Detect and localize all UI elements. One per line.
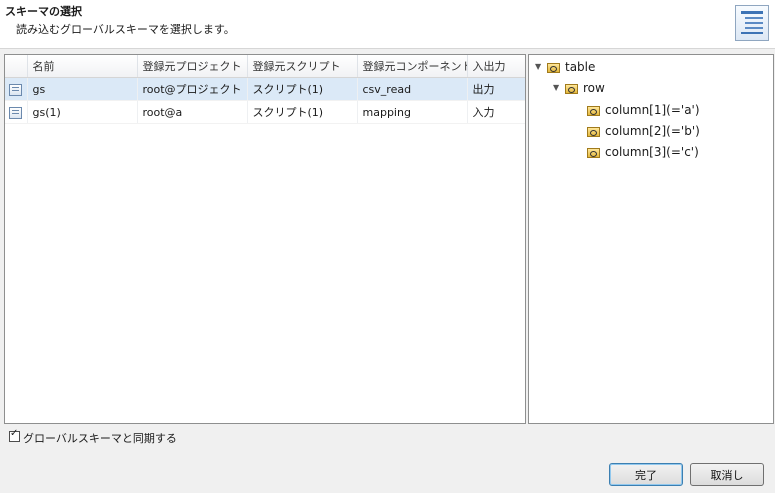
dialog-title: スキーマの選択 [5, 5, 82, 18]
row-component: csv_read [357, 77, 468, 101]
sync-checkbox-label[interactable]: グローバルスキーマと同期する [23, 430, 177, 446]
folder-icon [587, 126, 600, 137]
folder-icon [547, 62, 560, 73]
folder-icon [587, 105, 600, 116]
row-name: gs [27, 77, 138, 101]
column-header-name[interactable]: 名前 [27, 55, 138, 78]
column-header-io[interactable]: 入出力 [467, 55, 525, 78]
row-component: mapping [357, 100, 468, 124]
schema-tree-panel: ▼ table ▼ row column[1](='a') column[2](='… [528, 54, 774, 424]
schema-row-icon [9, 106, 23, 119]
column-header-project[interactable]: 登録元プロジェクト [137, 55, 248, 78]
folder-icon [587, 147, 600, 158]
dialog-header: スキーマの選択 読み込むグローバルスキーマを選択します。 [0, 0, 775, 49]
row-io: 入力 [467, 100, 525, 124]
tree-node-label: row [583, 81, 605, 95]
folder-icon [565, 83, 578, 94]
row-icon-cell [5, 100, 28, 124]
expand-arrow-icon[interactable]: ▼ [553, 79, 565, 97]
sync-checkbox[interactable] [9, 428, 20, 442]
tree-node-label: column[1](='a') [605, 103, 700, 117]
schema-table-panel: 名前 登録元プロジェクト 登録元スクリプト 登録元コンポーネント 入出力 gs … [4, 54, 526, 424]
column-header-component[interactable]: 登録元コンポーネント [357, 55, 468, 78]
tree-node-row[interactable]: ▼ row [553, 79, 605, 97]
row-icon-cell [5, 77, 28, 101]
row-script: スクリプト(1) [247, 100, 358, 124]
tree-node-column[interactable]: column[2](='b') [587, 122, 700, 140]
tree-node-column[interactable]: column[1](='a') [587, 101, 700, 119]
column-header-icon [5, 55, 28, 78]
tree-node-column[interactable]: column[3](='c') [587, 143, 699, 161]
schema-row-icon [9, 83, 23, 96]
table-row[interactable]: gs root@プロジェクト スクリプト(1) csv_read 出力 [5, 77, 525, 101]
schema-list-icon [735, 5, 769, 41]
row-project: root@プロジェクト [137, 77, 248, 101]
row-name: gs(1) [27, 100, 138, 124]
tree-node-label: table [565, 60, 596, 74]
row-project: root@a [137, 100, 248, 124]
tree-node-label: column[2](='b') [605, 124, 700, 138]
table-header-row: 名前 登録元プロジェクト 登録元スクリプト 登録元コンポーネント 入出力 [5, 55, 525, 78]
row-io: 出力 [467, 77, 525, 101]
cancel-button[interactable]: 取消し [690, 463, 764, 486]
dialog-subtitle: 読み込むグローバルスキーマを選択します。 [16, 23, 235, 36]
row-script: スクリプト(1) [247, 77, 358, 101]
expand-arrow-icon[interactable]: ▼ [535, 58, 547, 76]
finish-button[interactable]: 完了 [609, 463, 683, 486]
tree-node-label: column[3](='c') [605, 145, 699, 159]
column-header-script[interactable]: 登録元スクリプト [247, 55, 358, 78]
schema-table: 名前 登録元プロジェクト 登録元スクリプト 登録元コンポーネント 入出力 gs … [5, 55, 525, 124]
table-row[interactable]: gs(1) root@a スクリプト(1) mapping 入力 [5, 100, 525, 124]
tree-node-table[interactable]: ▼ table [535, 58, 595, 76]
